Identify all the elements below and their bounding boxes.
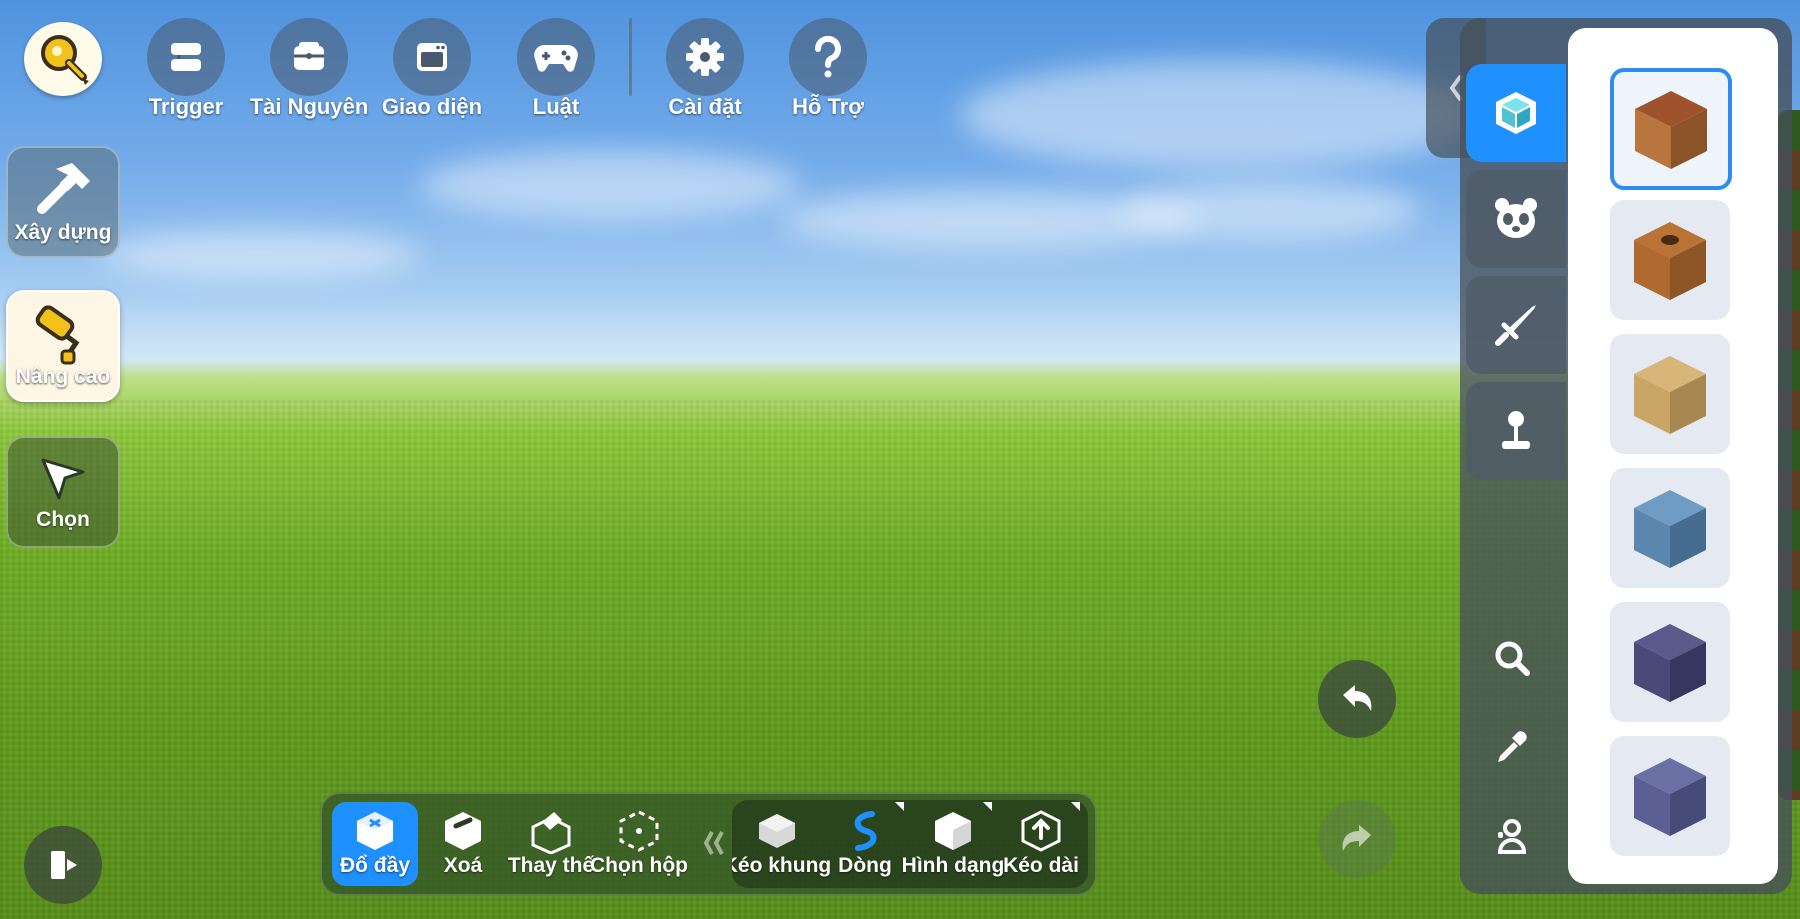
block-item-dark-stone[interactable] (1610, 602, 1730, 722)
undo-button[interactable] (1318, 660, 1396, 738)
build-mode-label: Xây dựng (14, 221, 112, 244)
editor-menu-button[interactable] (24, 22, 102, 96)
search-button[interactable] (1482, 628, 1542, 688)
extend-icon (1021, 810, 1061, 852)
gamepad-icon (534, 45, 578, 72)
block-item-dirt[interactable] (1610, 68, 1732, 190)
undo-icon (1343, 685, 1372, 711)
box-select-tool-label: Chọn hộp (590, 854, 688, 877)
joystick-icon (1502, 411, 1530, 449)
line-tool-button[interactable]: Dòng (822, 802, 908, 886)
paint-roller-icon (35, 305, 80, 365)
options-indicator (1071, 802, 1080, 811)
gear-icon (686, 38, 724, 76)
resource-button[interactable]: Tài Nguyên (249, 18, 369, 120)
advanced-tool-group: Kéo khung Dòng Hình dạng Kéo dài (732, 800, 1088, 888)
tab-blocks[interactable] (1466, 64, 1566, 162)
replace-tool-label: Thay thế (507, 854, 595, 877)
dirt-block-icon (1635, 91, 1707, 169)
box-select-icon (619, 810, 659, 852)
replace-tool-button[interactable]: Thay thế (508, 802, 594, 886)
frame-drag-tool-button[interactable]: Kéo khung (732, 802, 831, 886)
sand-block-icon (1634, 356, 1706, 434)
build-mode-button[interactable]: Xây dựng (6, 146, 120, 258)
interface-label: Giao diện (381, 94, 483, 119)
settings-label: Cài đặt (668, 94, 742, 119)
resource-label: Tài Nguyên (249, 94, 369, 119)
toolbar-divider (629, 18, 632, 96)
block-item-sand[interactable] (1610, 334, 1730, 454)
tab-devices[interactable] (1466, 382, 1566, 480)
fill-block-icon (357, 812, 393, 850)
block-item-blue-stone[interactable] (1610, 468, 1730, 588)
build-toolbar: Đổ đầy Xoá Thay thế Chọn hộp Kéo khung D… (320, 792, 1097, 896)
window-icon (417, 43, 447, 71)
frame-drag-tool-label: Kéo khung (732, 854, 832, 877)
eyedropper-icon (1498, 731, 1527, 762)
select-mode-label: Chọn (36, 508, 90, 531)
line-tool-label: Dòng (838, 854, 892, 877)
erase-tool-button[interactable]: Xoá (420, 802, 506, 886)
character-button[interactable] (1482, 806, 1542, 866)
options-indicator (983, 802, 992, 811)
settings-button[interactable]: Cài đặt (645, 18, 765, 120)
hammer-icon (37, 163, 90, 214)
question-icon (814, 35, 841, 78)
character-icon (1497, 819, 1527, 854)
cursor-arrow-icon (41, 458, 85, 500)
sword-icon (1495, 305, 1536, 346)
blue-stone-block-icon (1634, 490, 1706, 568)
fill-tool-label: Đổ đầy (339, 854, 410, 877)
block-item-hollow-dirt[interactable] (1610, 200, 1730, 320)
trigger-label: Trigger (148, 94, 224, 119)
erase-tool-label: Xoá (443, 854, 483, 877)
trigger-icon (171, 43, 201, 71)
hollow-dirt-block-icon (1634, 222, 1706, 300)
tab-items[interactable] (1466, 276, 1566, 374)
shape-cube-icon (935, 812, 971, 850)
tab-creatures[interactable] (1466, 170, 1566, 268)
advanced-mode-button[interactable]: Nâng cao (6, 290, 120, 402)
cloud (1120, 180, 1420, 240)
box-select-tool-button[interactable]: Chọn hộp (590, 802, 688, 886)
redo-icon (1342, 825, 1371, 851)
help-label: Hỗ Trợ (792, 94, 864, 119)
cloud (100, 230, 420, 280)
double-chevron-icon[interactable] (702, 828, 726, 858)
rules-button[interactable]: Luật (496, 18, 616, 120)
advanced-mode-label: Nâng cao (15, 365, 111, 388)
block-list (1568, 28, 1778, 884)
erase-block-icon (445, 812, 481, 850)
search-icon (1495, 641, 1530, 676)
panda-icon (1495, 198, 1537, 238)
fill-tool-button[interactable]: Đổ đầy (332, 802, 418, 886)
wallet-icon (294, 42, 324, 70)
exit-button[interactable] (24, 826, 102, 904)
options-indicator (895, 802, 904, 811)
shape-tool-button[interactable]: Hình dạng (902, 802, 1004, 886)
shape-tool-label: Hình dạng (901, 854, 1005, 877)
extend-tool-button[interactable]: Kéo dài (998, 802, 1084, 886)
cloud (420, 150, 800, 220)
dark-stone-block-icon (1634, 624, 1706, 702)
redo-button[interactable] (1318, 800, 1396, 878)
rules-label: Luật (532, 94, 580, 119)
block-item-slate[interactable] (1610, 736, 1730, 856)
frame-drag-icon (759, 814, 795, 848)
replace-block-icon (531, 812, 571, 854)
select-mode-button[interactable]: Chọn (6, 436, 120, 548)
extend-tool-label: Kéo dài (1003, 854, 1079, 877)
eyedropper-button[interactable] (1482, 716, 1542, 776)
line-curve-icon (854, 811, 877, 851)
trigger-button[interactable]: Trigger (126, 18, 246, 120)
cube-icon (1496, 92, 1536, 134)
interface-button[interactable]: Giao diện (372, 18, 492, 120)
help-button[interactable]: Hỗ Trợ (768, 18, 888, 120)
slate-block-icon (1634, 758, 1706, 836)
wrench-bulb-icon (41, 35, 89, 85)
cloud (960, 60, 1480, 170)
exit-door-icon (51, 851, 77, 879)
